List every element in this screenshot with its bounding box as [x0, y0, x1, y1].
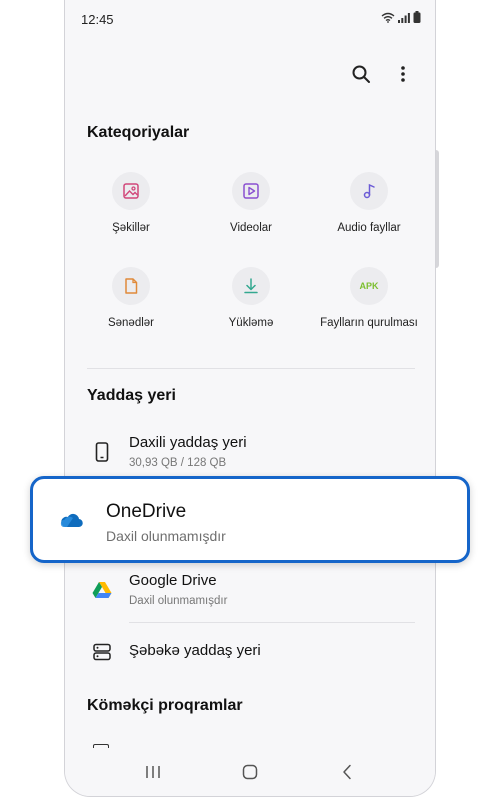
row-divider: [129, 622, 415, 623]
status-icons: [381, 11, 421, 23]
category-audio[interactable]: Audio fayllar: [311, 172, 427, 234]
category-icon-circle: [112, 172, 150, 210]
storage-item-network[interactable]: Şəbəkə yaddaş yeri: [65, 634, 435, 670]
app-bar: [349, 62, 415, 86]
status-bar: 12:45: [65, 0, 435, 36]
storage-item-onedrive[interactable]: OneDrive Daxil olunmamışdır: [30, 476, 470, 563]
category-installation-files[interactable]: APK Faylların qurulması: [311, 267, 427, 329]
utilities-title: Köməkçi proqramlar: [87, 697, 243, 714]
recent-apps-icon: [146, 766, 161, 778]
storage-item-usage: 30,93 QB / 128 QB: [129, 457, 227, 469]
category-downloads[interactable]: Yükləmə: [193, 267, 309, 329]
category-label: Şəkillər: [112, 222, 150, 234]
categories-title: Kateqoriyalar: [87, 124, 190, 141]
storage-item-title: Daxili yaddaş yeri: [129, 434, 247, 451]
recent-apps-button[interactable]: [138, 757, 168, 787]
search-icon: [352, 65, 370, 83]
category-label: Faylların qurulması: [320, 317, 418, 329]
storage-title: Yaddaş yeri: [87, 387, 176, 404]
onedrive-cloud-icon: [59, 512, 83, 533]
battery-icon: [413, 11, 421, 23]
phone-storage-icon: [91, 441, 113, 463]
status-time: 12:45: [81, 12, 114, 27]
section-divider: [87, 368, 415, 369]
category-label: Yükləmə: [228, 317, 274, 329]
video-icon: [243, 183, 259, 199]
back-button[interactable]: [332, 757, 362, 787]
storage-item-title: Şəbəkə yaddaş yeri: [129, 642, 261, 659]
download-icon: [244, 278, 258, 294]
phone-screen: 12:45 Kateqoriyalar Şəkillər Videolar Au…: [64, 0, 436, 797]
category-label: Audio fayllar: [337, 222, 401, 234]
google-drive-icon: [91, 579, 113, 601]
apk-icon: APK: [359, 281, 379, 291]
music-icon: [363, 183, 375, 199]
category-images[interactable]: Şəkillər: [73, 172, 189, 234]
image-icon: [123, 183, 139, 199]
storage-item-title: OneDrive: [106, 501, 187, 522]
storage-item-title: Google Drive: [129, 572, 217, 589]
signal-icon: [398, 12, 410, 23]
storage-item-google-drive[interactable]: Google Drive Daxil olunmamışdır: [65, 568, 435, 612]
category-documents[interactable]: Sənədlər: [73, 267, 189, 329]
wifi-icon: [381, 12, 395, 23]
home-button[interactable]: [235, 757, 265, 787]
category-label: Videolar: [230, 222, 272, 234]
storage-item-internal[interactable]: Daxili yaddaş yeri 30,93 QB / 128 QB: [65, 428, 435, 474]
category-icon-circle: [232, 172, 270, 210]
category-label: Sənədlər: [107, 317, 155, 329]
document-icon: [125, 278, 138, 294]
back-icon: [342, 764, 351, 780]
more-options-button[interactable]: [391, 62, 415, 86]
category-videos[interactable]: Videolar: [193, 172, 309, 234]
network-storage-icon: [91, 641, 113, 663]
phone-side-button: [436, 150, 439, 268]
category-icon-circle: [232, 267, 270, 305]
search-button[interactable]: [349, 62, 373, 86]
navigation-bar: [65, 748, 435, 796]
category-icon-circle: [112, 267, 150, 305]
storage-item-status: Daxil olunmamışdır: [106, 528, 226, 544]
category-icon-circle: [350, 172, 388, 210]
category-icon-circle: APK: [350, 267, 388, 305]
storage-item-status: Daxil olunmamışdır: [129, 595, 228, 607]
more-vertical-icon: [401, 66, 405, 82]
home-icon: [242, 764, 258, 780]
